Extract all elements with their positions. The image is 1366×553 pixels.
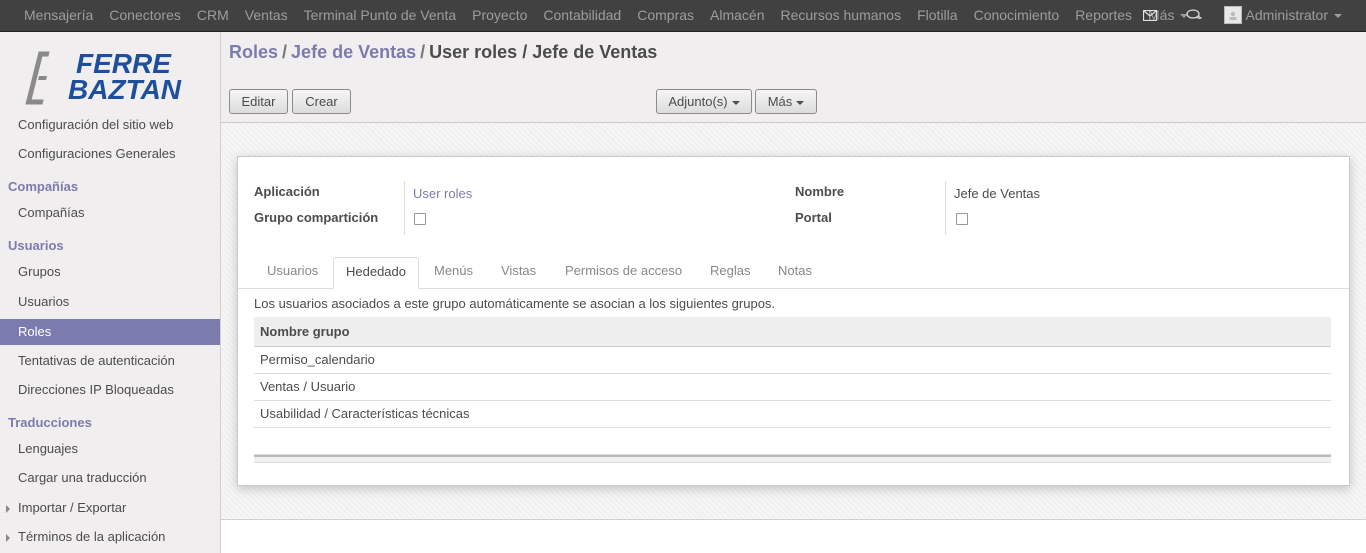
notebook-tabs: Usuarios Hededado Menús Vistas Permisos … bbox=[238, 257, 1349, 289]
menu-almacen[interactable]: Almacén bbox=[702, 0, 772, 30]
sidebar-item-lenguajes[interactable]: Lenguajes bbox=[0, 436, 220, 462]
application-label: Aplicación bbox=[254, 184, 320, 199]
breadcrumb-separator: / bbox=[282, 42, 288, 62]
logo-graphic: FERRE BAZTAN bbox=[25, 48, 182, 105]
share-group-label: Grupo compartición bbox=[254, 210, 379, 225]
sidebar: Configuración del sitio web Configuracio… bbox=[0, 32, 221, 553]
create-button[interactable]: Crear bbox=[292, 89, 351, 114]
attachments-button[interactable]: Adjunto(s) bbox=[656, 89, 752, 114]
company-logo[interactable]: FERRE BAZTAN bbox=[0, 32, 220, 118]
menu-proyecto[interactable]: Proyecto bbox=[464, 0, 535, 30]
menu-conocimiento[interactable]: Conocimiento bbox=[966, 0, 1068, 30]
sidebar-item-ip-bloqueadas[interactable]: Direcciones IP Bloqueadas bbox=[0, 377, 220, 403]
more-button[interactable]: Más bbox=[755, 89, 817, 114]
sidebar-item-roles[interactable]: Roles bbox=[0, 319, 220, 345]
table-row[interactable]: Permiso_calendario bbox=[254, 347, 1331, 374]
sidebar-item-grupos[interactable]: Grupos bbox=[0, 259, 220, 285]
form-content: Aplicación User roles Grupo compartición… bbox=[221, 123, 1366, 520]
menu-mensajeria[interactable]: Mensajería bbox=[16, 0, 101, 30]
menu-rrhh[interactable]: Recursos humanos bbox=[772, 0, 909, 30]
menu-contabilidad[interactable]: Contabilidad bbox=[535, 0, 629, 30]
breadcrumb-roles[interactable]: Roles bbox=[229, 42, 278, 62]
tab-permisos-acceso[interactable]: Permisos de acceso bbox=[553, 257, 694, 289]
sidebar-item-label: Términos de la aplicación bbox=[18, 529, 166, 544]
envelope-icon[interactable] bbox=[1128, 0, 1172, 30]
breadcrumb-separator: / bbox=[420, 42, 426, 62]
sidebar-section-companias: Compañías bbox=[8, 179, 79, 194]
sidebar-item-terminos[interactable]: Términos de la aplicación bbox=[0, 524, 220, 550]
top-navbar: Mensajería Conectores CRM Ventas Termina… bbox=[0, 0, 1366, 32]
sidebar-item-configuraciones-generales[interactable]: Configuraciones Generales bbox=[0, 141, 220, 167]
name-value: Jefe de Ventas bbox=[954, 186, 1041, 201]
field-divider bbox=[404, 181, 405, 235]
table-row[interactable]: Ventas / Usuario bbox=[254, 374, 1331, 401]
breadcrumb-current: User roles / Jefe de Ventas bbox=[429, 42, 658, 62]
sidebar-item-importar-exportar[interactable]: Importar / Exportar bbox=[0, 495, 220, 521]
column-header-nombre-grupo[interactable]: Nombre grupo bbox=[254, 317, 1331, 347]
caret-right-icon bbox=[6, 505, 10, 513]
name-label: Nombre bbox=[795, 184, 845, 199]
tab-reglas[interactable]: Reglas bbox=[698, 257, 762, 289]
sidebar-item-label: Importar / Exportar bbox=[18, 500, 127, 515]
menu-flotilla[interactable]: Flotilla bbox=[909, 0, 965, 30]
avatar bbox=[1223, 6, 1242, 24]
tab-notas[interactable]: Notas bbox=[766, 257, 824, 289]
tab-menus[interactable]: Menús bbox=[422, 257, 485, 289]
table-row-empty bbox=[254, 428, 1331, 455]
user-menu[interactable]: Administrator bbox=[1216, 6, 1366, 24]
caret-right-icon bbox=[6, 534, 10, 542]
share-group-checkbox[interactable] bbox=[414, 213, 426, 225]
portal-checkbox[interactable] bbox=[956, 213, 968, 225]
menu-crm[interactable]: CRM bbox=[189, 0, 237, 30]
edit-button[interactable]: Editar bbox=[229, 89, 288, 114]
inherited-groups-table: Nombre grupo Permiso_calendario Ventas /… bbox=[254, 317, 1331, 463]
menu-conectores[interactable]: Conectores bbox=[101, 0, 189, 30]
tab-heredado[interactable]: Hededado bbox=[333, 257, 419, 289]
table-footer bbox=[254, 455, 1331, 463]
tab-vistas[interactable]: Vistas bbox=[489, 257, 548, 289]
user-name: Administrator bbox=[1245, 7, 1328, 23]
form-sheet: Aplicación User roles Grupo compartición… bbox=[237, 156, 1350, 486]
control-panel: Roles / Jefe de Ventas / User roles / Jefe d… bbox=[221, 32, 1366, 123]
menu-pos[interactable]: Terminal Punto de Venta bbox=[296, 0, 465, 30]
chevron-down-icon bbox=[796, 100, 805, 105]
portal-label: Portal bbox=[795, 210, 832, 225]
sidebar-section-usuarios: Usuarios bbox=[8, 238, 64, 253]
breadcrumb-jefe-ventas[interactable]: Jefe de Ventas bbox=[291, 42, 416, 62]
app-menu: Mensajería Conectores CRM Ventas Termina… bbox=[16, 0, 1196, 30]
sidebar-item-cargar-traduccion[interactable]: Cargar una traducción bbox=[0, 465, 220, 491]
sidebar-section-traducciones: Traducciones bbox=[8, 415, 92, 430]
application-value[interactable]: User roles bbox=[413, 186, 472, 201]
chat-icon[interactable] bbox=[1172, 0, 1216, 30]
tab-usuarios[interactable]: Usuarios bbox=[255, 257, 330, 289]
menu-ventas[interactable]: Ventas bbox=[237, 0, 296, 30]
chevron-down-icon bbox=[731, 100, 740, 105]
chevron-down-icon bbox=[1334, 14, 1342, 18]
inherited-description: Los usuarios asociados a este grupo auto… bbox=[254, 296, 776, 311]
sidebar-item-usuarios[interactable]: Usuarios bbox=[0, 289, 220, 315]
field-divider bbox=[945, 181, 946, 235]
main-area: Roles / Jefe de Ventas / User roles / Jefe d… bbox=[221, 32, 1366, 553]
attachments-label: Adjunto(s) bbox=[668, 94, 728, 109]
topbar-right: Administrator bbox=[1128, 0, 1366, 30]
table-row[interactable]: Usabilidad / Características técnicas bbox=[254, 401, 1331, 428]
sidebar-item-tentativas[interactable]: Tentativas de autenticación bbox=[0, 348, 220, 374]
logo-text-baztan: BAZTAN bbox=[68, 74, 182, 105]
more-label: Más bbox=[767, 94, 793, 109]
breadcrumb: Roles / Jefe de Ventas / User roles / Jefe d… bbox=[229, 42, 657, 63]
menu-compras[interactable]: Compras bbox=[629, 0, 702, 30]
sidebar-item-companias[interactable]: Compañías bbox=[0, 200, 220, 226]
